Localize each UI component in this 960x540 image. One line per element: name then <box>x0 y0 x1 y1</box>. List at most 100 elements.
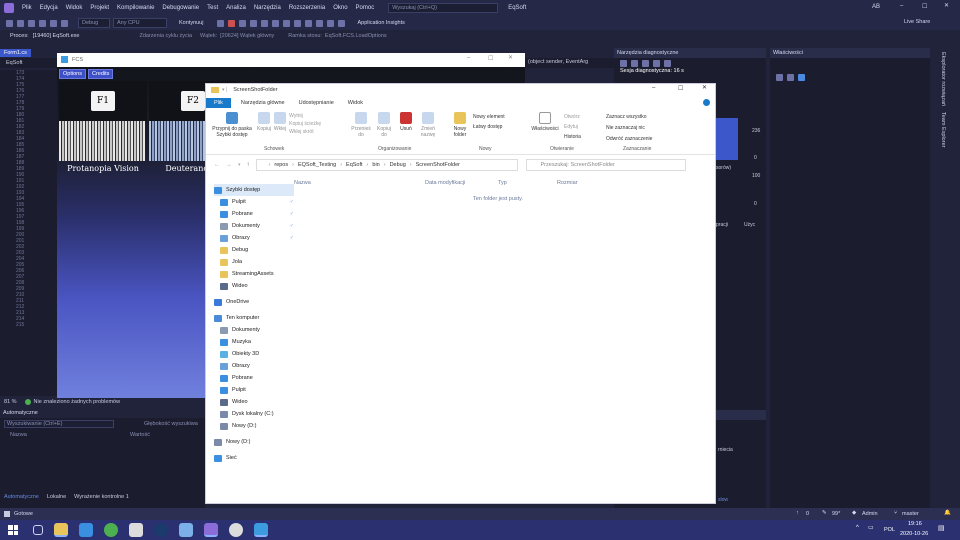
network-icon[interactable]: ▭ <box>868 524 874 531</box>
nav-item[interactable]: Obrazy <box>214 360 294 372</box>
ribbon-tab-home[interactable]: Narzędzia główne <box>241 100 285 106</box>
indent-icon[interactable] <box>327 19 335 27</box>
comment-icon[interactable] <box>305 19 313 27</box>
breakpoint-icon[interactable] <box>283 19 291 27</box>
diag-tab-usage[interactable]: Użyc <box>744 222 755 228</box>
ribbon-tab-file[interactable]: Plik <box>206 98 231 108</box>
edit-button[interactable]: Edytuj <box>564 122 581 132</box>
process-select[interactable]: [19460] EqSoft.exe <box>33 33 80 39</box>
nav-item[interactable]: Obiekty 3D <box>214 348 294 360</box>
branch-icon[interactable]: ⑂ <box>894 510 897 516</box>
col-name[interactable]: Nazwa <box>0 432 130 438</box>
col-value[interactable]: Wartość <box>130 432 150 438</box>
rename-button[interactable]: Zmień nazwę <box>418 112 438 138</box>
chrome-taskbar-icon[interactable] <box>104 523 118 537</box>
help-icon[interactable] <box>703 99 710 106</box>
col-header-date[interactable]: Data modyfikacji <box>425 180 498 186</box>
nav-item[interactable]: OneDrive <box>214 296 294 308</box>
settings-icon[interactable] <box>620 59 627 67</box>
alphabetical-icon[interactable] <box>787 73 794 81</box>
bookmark-icon[interactable] <box>294 19 302 27</box>
nav-item[interactable]: Szybki dostęp <box>214 184 294 196</box>
menu-item-6[interactable]: Test <box>207 5 218 11</box>
protanopia-card[interactable]: F1 Protanopia Vision <box>59 81 147 173</box>
diag-bottom-tab[interactable]: slow <box>718 497 728 503</box>
forward-nav-icon[interactable]: → <box>226 162 232 168</box>
menu-item-9[interactable]: Rozszerzenia <box>289 5 325 11</box>
quick-access-toolbar[interactable]: ▾ | <box>222 87 227 93</box>
action-center-icon[interactable]: ▤ <box>938 524 945 532</box>
vs-logo-icon[interactable] <box>4 3 14 13</box>
menu-item-5[interactable]: Debugowanie <box>162 5 199 11</box>
platform-select[interactable]: Any CPU <box>113 18 167 28</box>
menu-item-0[interactable]: Plik <box>22 5 32 11</box>
col-header-name[interactable]: Nazwa <box>294 180 425 186</box>
reset-icon[interactable] <box>664 59 671 67</box>
nav-item[interactable]: Dokumenty ✓ <box>214 220 294 232</box>
pause-icon[interactable] <box>217 19 225 27</box>
menu-item-4[interactable]: Kompilowanie <box>117 5 154 11</box>
explorer-search-input[interactable]: Przeszukaj: ScreenShotFolder <box>525 159 686 171</box>
restart-icon[interactable] <box>239 19 247 27</box>
breadcrumb-separator-icon[interactable]: › <box>384 162 386 168</box>
stop-icon[interactable] <box>228 19 236 27</box>
side-tab-team-explorer[interactable]: Team Explorer <box>940 112 946 147</box>
menu-item-2[interactable]: Widok <box>66 5 83 11</box>
continue-button[interactable]: Kontynuuj <box>179 20 203 26</box>
back-icon[interactable] <box>6 19 13 27</box>
new-file-icon[interactable] <box>28 19 35 27</box>
nav-item[interactable]: Ten komputer <box>214 312 294 324</box>
unity-taskbar-icon[interactable] <box>129 523 143 537</box>
notifications-icon[interactable]: 🔔 <box>944 510 951 516</box>
breadcrumb-item[interactable]: Debug <box>390 162 406 168</box>
tab-locals[interactable]: Lokalne <box>43 494 70 500</box>
col-header-type[interactable]: Typ <box>498 180 557 186</box>
col-header-size[interactable]: Rozmiar <box>557 180 577 186</box>
nav-item[interactable]: Pulpit ✓ <box>214 196 294 208</box>
menu-item-11[interactable]: Pomoc <box>356 5 375 11</box>
nav-item[interactable]: Debug <box>214 244 294 256</box>
vscode-taskbar-icon[interactable] <box>79 523 93 537</box>
select-none-button[interactable]: Nie zaznaczaj nic <box>606 123 652 134</box>
user-label[interactable]: Admin <box>862 511 878 517</box>
maximize-icon[interactable]: ☐ <box>922 3 927 10</box>
vs-search-input[interactable]: Wyszukaj (Ctrl+Q) <box>388 3 499 13</box>
menu-item-7[interactable]: Analiza <box>226 5 246 11</box>
tray-arrow-icon[interactable]: ^ <box>856 525 859 531</box>
nav-item[interactable]: Nowy (D:) <box>214 436 294 448</box>
save-icon[interactable] <box>39 19 46 27</box>
fcs-taskbar-icon[interactable] <box>254 523 268 537</box>
up-nav-icon[interactable]: ↑ <box>247 162 250 168</box>
easy-access-button[interactable]: Łatwy dostęp <box>473 122 505 132</box>
recent-nav-icon[interactable]: ▾ <box>238 162 241 168</box>
diag-tab-operations[interactable]: pracji <box>716 222 728 228</box>
autos-search-input[interactable]: Wyszukiwanie (Ctrl+E) <box>4 420 114 428</box>
live-share-button[interactable]: Live Share <box>904 19 930 25</box>
nav-item[interactable]: StreamingAssets <box>214 268 294 280</box>
menu-item-3[interactable]: Projekt <box>90 5 109 11</box>
select-all-button[interactable]: Zaznacz wszystko <box>606 112 652 123</box>
breadcrumb-item[interactable]: bin <box>372 162 379 168</box>
copy-path-button[interactable]: Kopiuj ścieżkę <box>289 120 321 128</box>
breadcrumb-item[interactable]: EQSoft_Testing <box>298 162 336 168</box>
categorized-icon[interactable] <box>776 73 783 81</box>
clock-time[interactable]: 19:16 <box>908 521 922 527</box>
tab-autos[interactable]: Automatyczne <box>0 494 43 500</box>
properties-button[interactable]: Właściwości <box>529 112 561 132</box>
branch-label[interactable]: master <box>902 511 919 517</box>
breadcrumb-separator-icon[interactable]: › <box>410 162 412 168</box>
back-nav-icon[interactable]: ← <box>214 162 220 168</box>
visual-studio-taskbar-icon[interactable] <box>204 523 218 537</box>
paste-shortcut-button[interactable]: Wklej skrót <box>289 128 321 136</box>
uncomment-icon[interactable] <box>316 19 324 27</box>
undo-icon[interactable] <box>50 19 57 27</box>
breadcrumb-separator-icon[interactable]: › <box>292 162 294 168</box>
zoom-level[interactable]: 81 % <box>4 399 17 405</box>
language-indicator[interactable]: POL <box>884 527 895 533</box>
depth-select[interactable]: Głębokość wyszukiwa <box>144 421 198 427</box>
step-over-icon[interactable] <box>261 19 269 27</box>
nav-item[interactable]: Obrazy ✓ <box>214 232 294 244</box>
repo-icon[interactable]: ◆ <box>852 510 856 516</box>
nav-item[interactable]: Pobrane ✓ <box>214 208 294 220</box>
ribbon-tab-share[interactable]: Udostępnianie <box>299 100 334 106</box>
